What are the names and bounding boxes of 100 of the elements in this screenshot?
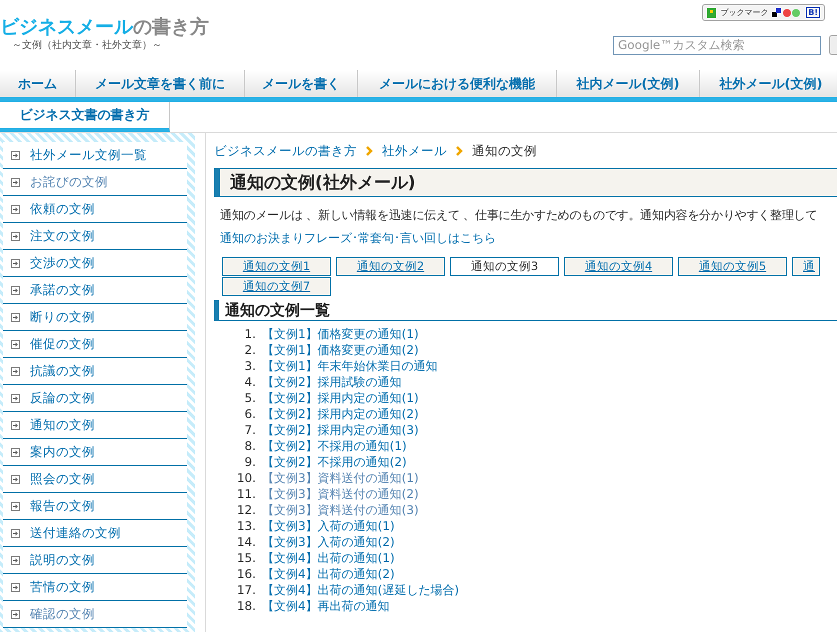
sidebar-item[interactable]: お詫びの文例 [3, 169, 187, 196]
list-number: 14. [236, 534, 256, 550]
list-number: 6. [244, 406, 256, 422]
site-tagline: ～文例（社内文章・社外文章）～ [11, 38, 163, 52]
sidebar-item[interactable]: 社外メール文例一覧 [3, 142, 187, 169]
list-number: 13. [236, 518, 256, 534]
sidebar-item[interactable]: 承諾の文例 [3, 277, 187, 304]
nav-tab[interactable]: メールにおける便利な機能 [358, 70, 557, 97]
list-number: 8. [244, 438, 256, 454]
sidebar-item[interactable]: 依頼の文例 [3, 196, 187, 223]
example-link[interactable]: 【文例3】資料送付の通知(2) [262, 486, 459, 502]
list-number: 2. [244, 342, 256, 358]
phrase-link[interactable]: 通知のお決まりフレーズ･常套句･言い回しはこちら [220, 230, 837, 247]
nav-tab[interactable]: メール文章を書く前に [76, 70, 245, 97]
arrow-box-icon [11, 502, 20, 510]
example-link[interactable]: 【文例4】再出荷の通知 [262, 598, 459, 614]
arrow-box-icon [11, 528, 20, 538]
sidebar-item[interactable]: 説明の文例 [3, 547, 187, 574]
arrow-box-icon [11, 610, 20, 618]
example-link[interactable]: 【文例3】入荷の通知(2) [262, 534, 459, 550]
nav-tab[interactable]: メールを書く [245, 70, 358, 97]
arrow-box-icon [11, 556, 20, 564]
chevron-icon [455, 146, 464, 156]
example-link[interactable]: 【文例1】価格変更の通知(2) [262, 342, 459, 358]
example-link[interactable]: 【文例2】不採用の通知(2) [262, 454, 459, 470]
example-tab[interactable]: 通知の文例4 [564, 257, 673, 276]
sidebar-item[interactable]: 報告の文例 [3, 493, 187, 520]
arrow-box-icon [11, 178, 20, 186]
example-link[interactable]: 【文例2】不採用の通知(1) [262, 438, 459, 454]
list-number: 5. [244, 390, 256, 406]
list-number: 17. [236, 582, 256, 598]
arrow-box-icon [11, 474, 20, 484]
list-number: 18. [236, 598, 256, 614]
example-link[interactable]: 【文例2】採用内定の通知(1) [262, 390, 459, 406]
example-tab[interactable]: 通知の文例1 [222, 257, 331, 276]
sidebar-item[interactable]: 抗議の文例 [3, 358, 187, 385]
list-number: 10. [236, 470, 256, 486]
example-link[interactable]: 【文例3】資料送付の通知(3) [262, 502, 459, 518]
chevron-icon [365, 146, 374, 156]
example-link[interactable]: 【文例4】出荷の通知(2) [262, 566, 459, 582]
bookmark-button[interactable]: ブックマーク B! [702, 4, 825, 21]
arrow-box-icon [11, 582, 20, 592]
list-heading: 通知の文例一覧 [214, 300, 837, 321]
example-link[interactable]: 【文例1】価格変更の通知(1) [262, 326, 459, 342]
example-tab[interactable]: 通知の文例2 [336, 257, 445, 276]
service-icons-drawing [772, 8, 802, 18]
list-number: 3. [244, 358, 256, 374]
breadcrumb-link[interactable]: 社外メール [382, 142, 447, 160]
list-number: 7. [244, 422, 256, 438]
sidebar-item[interactable]: 苦情の文例 [3, 574, 187, 601]
arrow-box-icon [11, 448, 20, 456]
arrow-box-icon [11, 340, 20, 348]
example-tab[interactable]: 通知の文例5 [678, 257, 787, 276]
arrow-box-icon [11, 232, 20, 240]
sidebar-item[interactable]: 照会の文例 [3, 466, 187, 493]
nav-tab[interactable]: 社外メール(文例) [700, 70, 837, 97]
list-number: 15. [236, 550, 256, 566]
sidebar-item[interactable]: 断りの文例 [3, 304, 187, 331]
example-link[interactable]: 【文例2】採用内定の通知(2) [262, 406, 459, 422]
sidebar-item[interactable]: 催促の文例 [3, 331, 187, 358]
example-link[interactable]: 【文例4】出荷の通知(1) [262, 550, 459, 566]
example-tab[interactable]: 通知の文例7 [222, 277, 331, 296]
sidebar-item[interactable]: 反論の文例 [3, 385, 187, 412]
sidebar-item[interactable]: 通知の文例 [3, 412, 187, 439]
nav-tab[interactable]: 社内メール(文例) [557, 70, 700, 97]
example-tab[interactable]: 通知の文例3 [450, 257, 559, 276]
list-number: 16. [236, 566, 256, 582]
site-logo[interactable]: ビジネスメールの書き方 [0, 16, 209, 38]
search-button[interactable] [829, 35, 837, 55]
sidebar-item[interactable]: 送付連絡の文例 [3, 520, 187, 547]
sidebar-item[interactable]: 確認の文例 [3, 601, 187, 628]
sidebar-item[interactable]: 案内の文例 [3, 439, 187, 466]
example-link[interactable]: 【文例4】出荷の通知(遅延した場合) [262, 582, 459, 598]
example-link[interactable]: 【文例3】入荷の通知(1) [262, 518, 459, 534]
list-number: 1. [244, 326, 256, 342]
list-number: 4. [244, 374, 256, 390]
breadcrumb-link[interactable]: ビジネスメールの書き方 [214, 142, 357, 160]
arrow-box-icon [11, 312, 20, 322]
breadcrumb-current: 通知の文例 [472, 142, 537, 160]
intro-text: 通知のメールは 、新しい情報を迅速に伝えて 、仕事に生かすためのものです。通知内容を分かりやすく整理して [220, 207, 818, 224]
example-link[interactable]: 【文例2】採用試験の通知 [262, 374, 459, 390]
arrow-box-icon [11, 366, 20, 376]
nav-tab[interactable]: ホーム [0, 70, 76, 97]
arrow-box-icon [11, 150, 20, 160]
list-number: 9. [244, 454, 256, 470]
list-number: 12. [236, 502, 256, 518]
example-link[interactable]: 【文例2】採用内定の通知(3) [262, 422, 459, 438]
sidebar-item[interactable]: 注文の文例 [3, 223, 187, 250]
arrow-box-icon [11, 394, 20, 402]
sidebar-item[interactable]: 交渉の文例 [3, 250, 187, 277]
arrow-box-icon [11, 286, 20, 294]
list-number: 11. [236, 486, 256, 502]
arrow-box-icon [11, 258, 20, 268]
example-link[interactable]: 【文例1】年末年始休業日の通知 [262, 358, 459, 374]
arrow-box-icon [11, 204, 20, 214]
example-tab[interactable]: 通 [792, 257, 820, 276]
search-field[interactable]: Google™カスタム検索 [613, 36, 821, 54]
example-link[interactable]: 【文例3】資料送付の通知(1) [262, 470, 459, 486]
page-title: 通知の文例(社外メール) [214, 168, 837, 197]
arrow-box-icon [11, 420, 20, 430]
